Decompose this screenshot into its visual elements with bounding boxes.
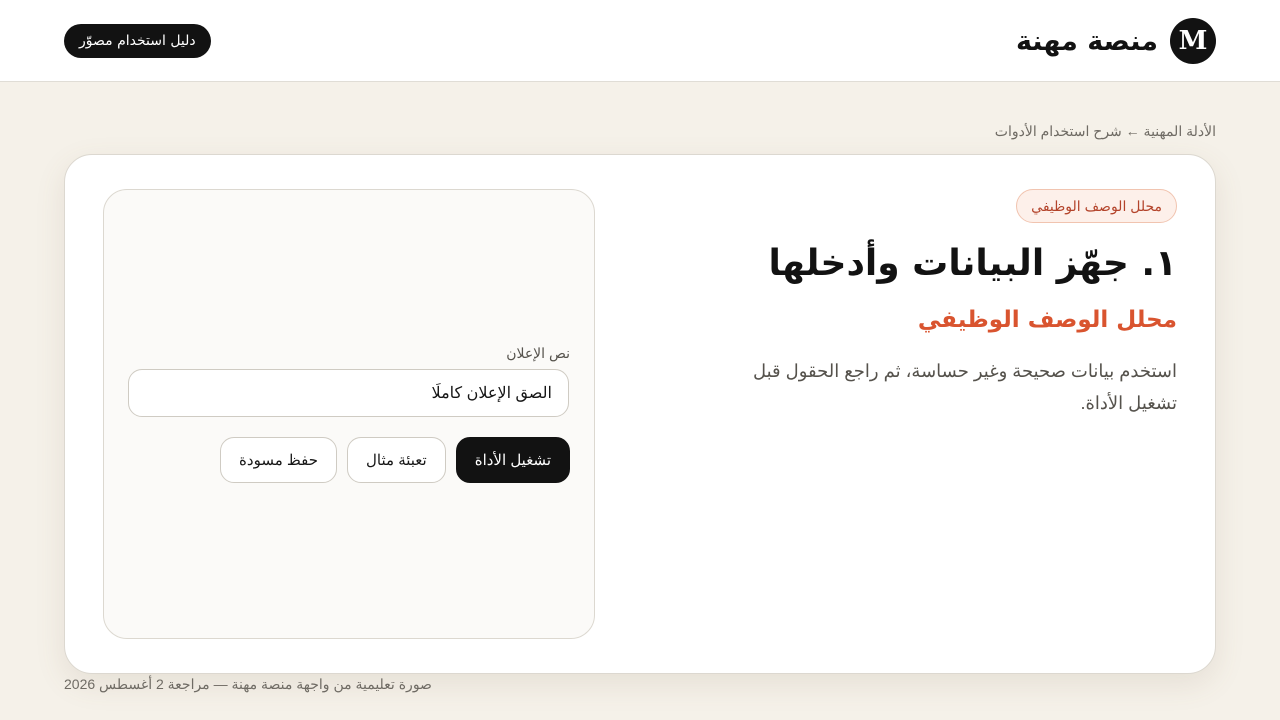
run-tool-button[interactable]: تشغيل الأداة	[455, 437, 570, 483]
brand[interactable]: M منصة مهنة	[1016, 18, 1216, 64]
breadcrumb[interactable]: الأدلة المهنية ← شرح استخدام الأدوات	[995, 123, 1216, 140]
tool-tag: محلل الوصف الوظيفي	[1016, 189, 1177, 223]
brand-name: منصة مهنة	[1015, 25, 1158, 57]
step-heading: ١. جهّز البيانات وأدخلها	[768, 243, 1177, 284]
fill-sample-button[interactable]: تعبئة مثال	[347, 437, 446, 483]
ad-text-label: نص الإعلان	[506, 345, 570, 361]
tool-form-panel: نص الإعلان تشغيل الأداة تعبئة مثال حفظ م…	[103, 189, 595, 639]
step-description: استخدم بيانات صحيحة وغير حساسة، ثم راجع …	[752, 361, 1177, 413]
illustrated-guide-button[interactable]: دليل استخدام مصوّر	[64, 24, 211, 58]
form-actions: تشغيل الأداة تعبئة مثال حفظ مسودة	[220, 437, 570, 483]
tool-guide-card: محلل الوصف الوظيفي ١. جهّز البيانات وأدخ…	[64, 154, 1216, 674]
tool-name: محلل الوصف الوظيفي	[917, 307, 1177, 333]
brand-logo-icon: M	[1170, 18, 1216, 64]
ad-text-input[interactable]	[128, 369, 569, 417]
save-draft-button[interactable]: حفظ مسودة	[220, 437, 338, 483]
top-bar: M منصة مهنة دليل استخدام مصوّر	[0, 0, 1280, 82]
footer-caption: صورة تعليمية من واجهة منصة مهنة — مراجعة…	[64, 676, 432, 692]
